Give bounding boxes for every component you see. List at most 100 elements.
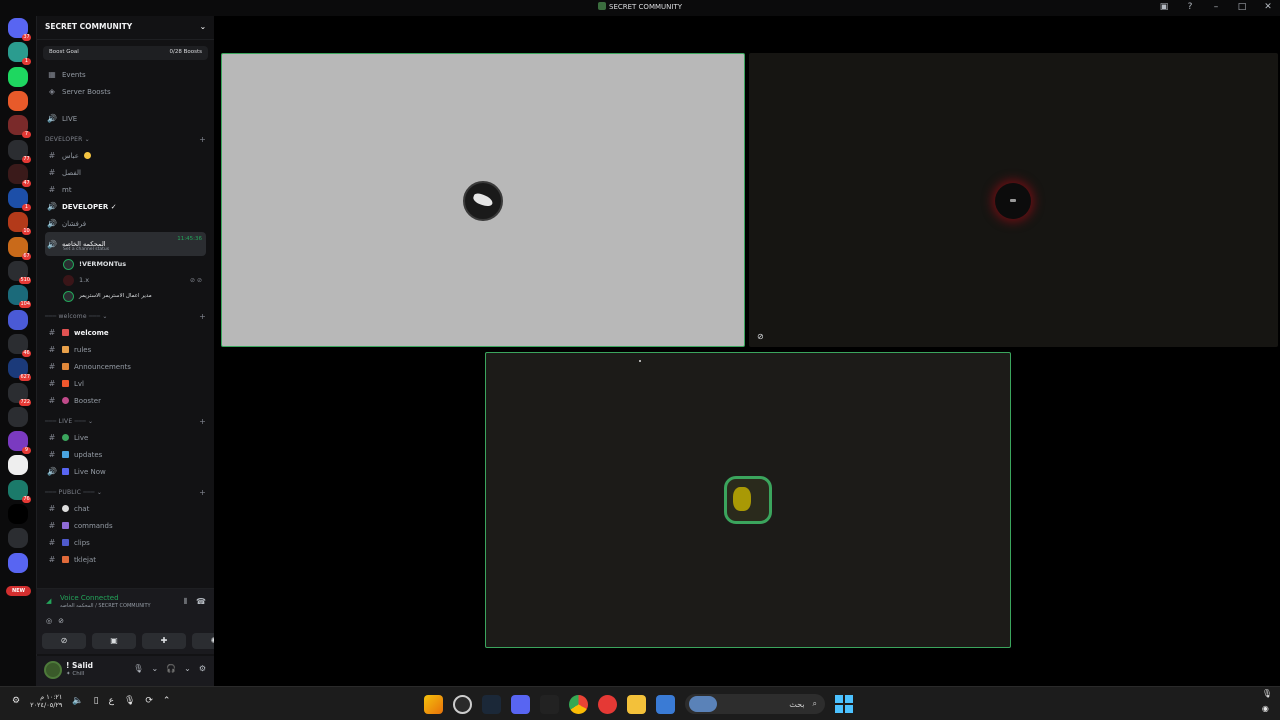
server-icon[interactable]	[8, 528, 28, 549]
channel-item[interactable]: # Lvl	[45, 375, 206, 392]
category-developer[interactable]: DEVELOPER ⌄ +	[45, 131, 206, 147]
mic-icon[interactable]: 🎙	[124, 696, 135, 706]
nav-server-boosts[interactable]: ◈ Server Boosts	[45, 83, 206, 100]
app-icon[interactable]	[656, 694, 675, 714]
add-channel-icon[interactable]: +	[199, 488, 206, 497]
settings-icon[interactable]: ⚙	[12, 696, 20, 706]
server-icon[interactable]	[8, 552, 28, 573]
close-button[interactable]: ✕	[1262, 2, 1274, 12]
krisp-icon[interactable]: ◎	[46, 617, 52, 625]
server-icon[interactable]: 46	[8, 333, 31, 357]
add-channel-icon[interactable]: +	[199, 417, 206, 426]
channel-live-voice[interactable]: 🔊 LIVE	[45, 110, 206, 127]
server-icon[interactable]: 10	[8, 212, 31, 236]
add-channel-icon[interactable]: +	[199, 312, 206, 321]
chrome-icon[interactable]	[569, 694, 588, 714]
server-icon[interactable]	[8, 504, 28, 524]
battery-icon[interactable]: ▯	[94, 696, 99, 706]
participant-tile[interactable]	[485, 352, 1011, 648]
sync-icon[interactable]: ⟳	[145, 696, 153, 706]
inbox-icon[interactable]: ▣	[1158, 2, 1170, 12]
steam-icon[interactable]	[482, 694, 501, 714]
noise-suppression-icon[interactable]: ⦀	[184, 597, 188, 607]
server-icon[interactable]: 104	[8, 285, 31, 309]
chevron-down-icon[interactable]: ⌄	[184, 664, 191, 673]
server-header[interactable]: SECRET COMMUNITY ⌄	[37, 16, 214, 40]
channel-item[interactable]: # Booster	[45, 392, 206, 409]
channel-item[interactable]: # Live	[45, 429, 206, 446]
boost-goal-bar[interactable]: Boost Goal 0/28 Boosts	[43, 46, 208, 60]
server-icon[interactable]: 627	[8, 358, 31, 382]
chevron-up-icon[interactable]: ⌃	[163, 696, 171, 706]
server-icon[interactable]: 510	[8, 261, 31, 284]
folder-icon[interactable]	[627, 694, 646, 714]
server-icon[interactable]: 67	[8, 236, 31, 260]
channel-item[interactable]: 🔊 Live Now	[45, 463, 206, 480]
channel-item[interactable]: # الفصل	[45, 164, 206, 181]
server-icon[interactable]	[8, 309, 28, 330]
taskbar-search[interactable]: بحث ⌕	[685, 694, 825, 714]
server-icon[interactable]: 37	[8, 18, 31, 41]
headphones-icon[interactable]: 🎧	[166, 664, 176, 673]
category-live[interactable]: ━━━ LIVE ━━━ ⌄ +	[45, 413, 206, 429]
app-icon[interactable]	[598, 694, 617, 714]
category-welcome[interactable]: ━━━ welcome ━━━ ⌄ +	[45, 308, 206, 324]
channel-item[interactable]: # عباس	[45, 147, 206, 164]
nav-events[interactable]: ▦ Events	[45, 66, 206, 83]
minimize-button[interactable]: –	[1210, 2, 1222, 12]
channel-item[interactable]: # welcome	[45, 324, 206, 341]
channel-item[interactable]: # clips	[45, 534, 206, 551]
app-icon[interactable]	[453, 694, 472, 714]
screen-share-button[interactable]: ▣	[92, 633, 136, 649]
chevron-down-icon[interactable]: ⌄	[151, 664, 158, 673]
voice-user[interactable]: 1.x ⊘ ⊘	[45, 272, 206, 288]
voice-user[interactable]: مدير اعمال الاستريمر الاستريمر	[45, 288, 206, 304]
server-icon[interactable]: 47	[8, 163, 31, 187]
participant-tile[interactable]: ⊘	[749, 53, 1278, 347]
app-icon[interactable]	[540, 694, 559, 714]
camera-off-icon[interactable]: ⊘	[58, 617, 64, 625]
server-icon[interactable]: 9	[8, 431, 31, 455]
avatar[interactable]	[44, 661, 62, 679]
language-indicator[interactable]: ع	[109, 696, 114, 706]
user-name[interactable]: ! Salid	[66, 661, 93, 670]
video-button[interactable]: ⊘	[42, 633, 86, 649]
discord-icon[interactable]	[511, 694, 530, 714]
server-icon[interactable]	[8, 455, 28, 476]
channel-item[interactable]: 🔊 DEVELOPER ✓	[45, 198, 206, 215]
disconnect-icon[interactable]: ☎	[196, 597, 206, 607]
server-icon[interactable]	[8, 90, 28, 111]
server-icon[interactable]	[8, 66, 28, 87]
channel-item[interactable]: 🔊 فرفشان	[45, 215, 206, 232]
voice-user[interactable]: !VERMONTus	[45, 256, 206, 272]
mic-icon[interactable]: 🎙	[1262, 689, 1272, 698]
windows-start-icon[interactable]	[835, 695, 853, 713]
channel-item[interactable]: # mt	[45, 181, 206, 198]
help-icon[interactable]: ?	[1184, 2, 1196, 12]
channel-item[interactable]: # rules	[45, 341, 206, 358]
signal-icon[interactable]: ◢	[46, 597, 51, 605]
gear-icon[interactable]: ⚙	[199, 664, 206, 673]
server-icon[interactable]: 1	[8, 188, 31, 212]
activities-button[interactable]: ✚	[142, 633, 186, 649]
category-public[interactable]: ━━━ PUBLIC ━━━ ⌄ +	[45, 484, 206, 500]
active-voice-channel[interactable]: 🔊 المحكمه الخاصه 11:45:36 Set a channel …	[45, 232, 206, 256]
clock[interactable]: ١٠:٢١ م ٢٠٢٤/٠٥/٢٩	[30, 693, 62, 709]
channel-item[interactable]: # Announcements	[45, 358, 206, 375]
server-icon[interactable]: 76	[8, 479, 31, 503]
volume-icon[interactable]: 🔈	[72, 696, 83, 706]
channel-item[interactable]: # updates	[45, 446, 206, 463]
channel-item[interactable]: # tklejat	[45, 551, 206, 568]
server-icon[interactable]: 722	[8, 382, 31, 406]
channel-item[interactable]: # commands	[45, 517, 206, 534]
server-icon[interactable]	[8, 406, 28, 427]
maximize-button[interactable]: □	[1236, 2, 1248, 12]
server-icon[interactable]: 1	[8, 42, 31, 66]
microphone-icon[interactable]: 🎙	[133, 664, 143, 673]
channel-status-hint[interactable]: Set a channel status	[63, 247, 109, 252]
server-icon[interactable]: 77	[8, 139, 31, 163]
app-icon[interactable]	[424, 694, 443, 714]
settings-icon[interactable]: ◉	[1262, 704, 1272, 713]
server-icon[interactable]: 7	[8, 115, 31, 139]
participant-tile[interactable]	[221, 53, 745, 347]
